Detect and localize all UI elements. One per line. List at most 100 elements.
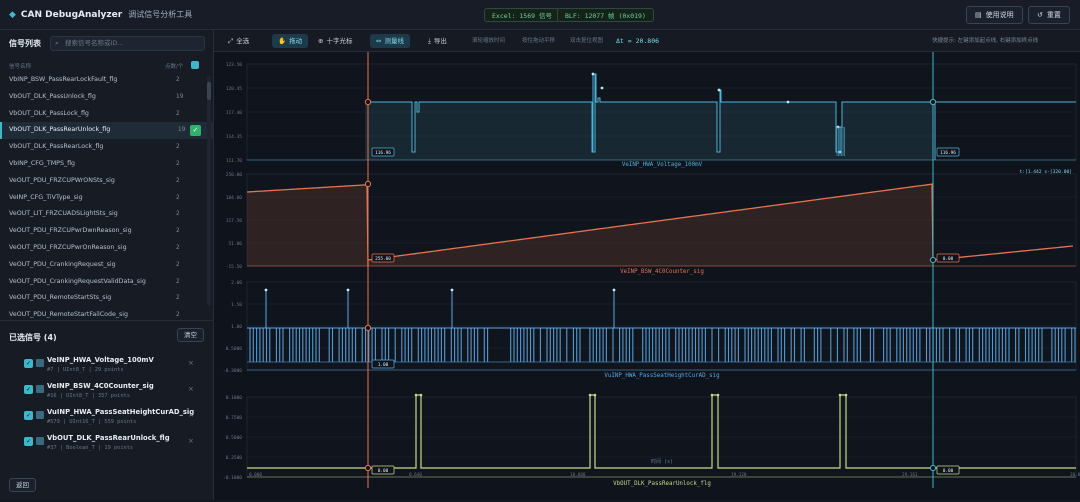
diamond-icon: ◆: [9, 10, 16, 20]
signal-list-item[interactable]: VeOUT_LIT_FRZCUADSLightSts_sig 2: [0, 206, 214, 223]
back-button[interactable]: 返回: [9, 478, 36, 492]
seat-point: [612, 288, 616, 292]
y-tick-label: 114.35: [226, 134, 243, 140]
signal-list-item[interactable]: VbOUT_DLK_PassRearLock_flg 2: [0, 139, 214, 156]
remove-icon[interactable]: ×: [188, 437, 194, 445]
signal-count: 2: [176, 261, 180, 268]
voltage-point: [717, 88, 721, 92]
select-all-checkbox[interactable]: [191, 61, 199, 69]
selected-signal-item[interactable]: ✓ VbOUT_DLK_PassRearUnlock_flg #37 | Boole…: [14, 433, 204, 455]
seat-point: [264, 288, 268, 292]
signal-name: VeOUT_PDU_CrankingRequestValidData_sig: [9, 277, 146, 285]
unlock-point: [838, 393, 842, 397]
signal-list-item[interactable]: VbOUT_DLK_PassUnlock_flg 19: [0, 89, 214, 106]
signal-list-header: 信号名称 点数/个: [0, 60, 214, 72]
signal-list-item[interactable]: VeOUT_PDU_RemoteStartSts_sig 2: [0, 290, 214, 307]
signal-list-item[interactable]: VeOUT_PDU_FRZCUPWrONSts_sig 2: [0, 173, 214, 190]
checkbox[interactable]: ✓: [24, 359, 33, 368]
checkbox[interactable]: ✓: [24, 437, 33, 446]
voltage-point: [591, 72, 595, 76]
sidebar-header: 信号列表 ⌕ 搜索信号名称或ID...: [0, 30, 214, 56]
measure-button[interactable]: ⇔ 测量线: [370, 34, 410, 48]
signal-list-scrollbar[interactable]: [207, 76, 211, 306]
scrollbar-thumb[interactable]: [207, 82, 211, 100]
remove-icon[interactable]: ×: [188, 411, 194, 419]
drag-button[interactable]: ✋ 拖动: [272, 34, 309, 48]
checkbox[interactable]: ✓: [24, 385, 33, 394]
excel-stat-badge: Excel: 1569 信号: [484, 8, 560, 22]
measure-icon: ⇔: [376, 37, 382, 45]
x-axis-label: 时间 (s): [651, 458, 673, 465]
selected-signal-item[interactable]: ✓ VeINP_BSW_4C0Counter_sig #16 | UInt8_T |…: [14, 381, 204, 403]
selected-signal-item[interactable]: ✓ VeINP_HWA_Voltage_100mV #7 | UInt8_T | 2…: [14, 355, 204, 377]
signal-list-item[interactable]: VbOUT_DLK_PassLock_flg 2: [0, 106, 214, 123]
signal-count: 2: [176, 110, 180, 117]
unlock-point: [588, 393, 592, 397]
signal-count: 2: [176, 312, 180, 318]
signal-count: 2: [176, 77, 180, 83]
unlock-point: [419, 393, 423, 397]
plot-area[interactable]: 123.50 120.45 117.40 114.35 111.70 250.00 184.…: [214, 52, 1080, 500]
y-tick-label: 184.00: [226, 195, 243, 201]
y-tick-label: 123.50: [226, 62, 243, 68]
y-tick-label: 51.00: [228, 241, 242, 247]
signal-list-item[interactable]: VeOUT_PDU_RemoteStartFailCode_sig 2: [0, 307, 214, 318]
unlock-point: [593, 393, 597, 397]
clear-selection-button[interactable]: 清空: [177, 328, 204, 342]
x-tick-label: 0.640: [409, 472, 422, 478]
signal-name: VbOUT_DLK_PassLock_flg: [9, 109, 89, 117]
y-tick-label: 117.50: [226, 218, 243, 224]
help-button[interactable]: ▤ 使用说明: [966, 6, 1023, 24]
hint-pan: 按住拖动平移: [522, 38, 556, 44]
unlock-point: [414, 393, 418, 397]
signal-list-item[interactable]: VbOUT_DLK_PassRearUnlock_flg 19 ✓: [0, 122, 214, 140]
signal-list-title: 信号列表: [9, 39, 41, 48]
selected-signal-item[interactable]: ✓ VuINP_HWA_PassSeatHeightCurAD_sig #579 |…: [14, 407, 204, 429]
export-button[interactable]: ⤓ 导出: [422, 34, 453, 48]
signal-list-item[interactable]: VeOUT_PDU_CrankingRequestValidData_sig 2: [0, 274, 214, 291]
signal-name: VbOUT_DLK_PassUnlock_flg: [9, 92, 96, 100]
selected-signal-meta: #579 | UInt16_T | 559 points: [47, 419, 137, 425]
selected-signal-meta: #7 | UInt8_T | 29 points: [47, 367, 124, 373]
selected-signals-title: 已选信号 (4): [9, 333, 57, 342]
signal-list-item[interactable]: VeOUT_PDU_CrankingRequest_sig 2: [0, 257, 214, 274]
signal-name: VeOUT_PDU_CrankingRequest_sig: [9, 260, 116, 268]
x-tick-label: 30.000: [1070, 472, 1080, 478]
voltage-point: [600, 86, 604, 90]
signal-list-item[interactable]: VbINP_BSW_PassRearLockFault_flg 2: [0, 72, 214, 89]
fit-all-button[interactable]: ⤢ 全选: [222, 34, 255, 48]
signal-name: VeOUT_PDU_FRZCUPWrONSts_sig: [9, 176, 115, 184]
selected-signal-meta: #37 | Boolean_T | 19 points: [47, 445, 134, 451]
x-tick-label: 19.120: [731, 472, 747, 478]
signal-list-item[interactable]: VbINP_CFG_TMPS_flg 2: [0, 156, 214, 173]
y-tick-label: 0.5000: [226, 346, 243, 352]
remove-icon[interactable]: ×: [188, 359, 194, 367]
hint-zoom: 滚轮缩放时间: [472, 38, 506, 44]
plot-canvas[interactable]: 123.50 120.45 117.40 114.35 111.70 250.00 184.…: [214, 52, 1080, 500]
signal-count: 2: [176, 144, 180, 151]
cursor-value-text: 255.00: [375, 256, 391, 262]
cursor-marker: [364, 464, 372, 472]
remove-icon[interactable]: ×: [188, 385, 194, 393]
x-tick-label: 10.000: [570, 472, 586, 478]
reset-button[interactable]: ↺ 重置: [1028, 6, 1070, 24]
signal-list-item[interactable]: VeINP_CFG_TiVType_sig 2: [0, 190, 214, 207]
signal-count: 19: [176, 93, 184, 100]
checkbox[interactable]: ✓: [24, 411, 33, 420]
check-icon[interactable]: ✓: [190, 125, 201, 137]
seat-point: [346, 288, 350, 292]
signal-name: VeOUT_PDU_FRZCUPwrDwnReason_sig: [9, 227, 132, 235]
crosshair-button[interactable]: ⊕ 十字光标: [312, 34, 358, 48]
crosshair-icon: ⊕: [318, 37, 324, 45]
y-tick-label: -0.3000: [223, 368, 242, 374]
voltage-point: [786, 100, 790, 104]
y-tick-label: 0.7500: [226, 415, 243, 421]
signal-name: VbOUT_DLK_PassRearLock_flg: [9, 143, 104, 151]
signal-list-item[interactable]: VeOUT_PDU_FRZCUPwrOnReason_sig 2: [0, 240, 214, 257]
shortcut-hint: 快捷提示: 左键添加起点线, 右键添加终点线: [932, 38, 1039, 44]
signal-list-item[interactable]: VeOUT_PDU_FRZCUPwrDwnReason_sig 2: [0, 223, 214, 240]
cursor-value-text: 0.00: [943, 256, 954, 262]
selected-signal-name: VeINP_HWA_Voltage_100mV: [47, 356, 154, 364]
search-input[interactable]: ⌕ 搜索信号名称或ID...: [50, 36, 205, 51]
signal-name: VbINP_BSW_PassRearLockFault_flg: [9, 76, 118, 83]
